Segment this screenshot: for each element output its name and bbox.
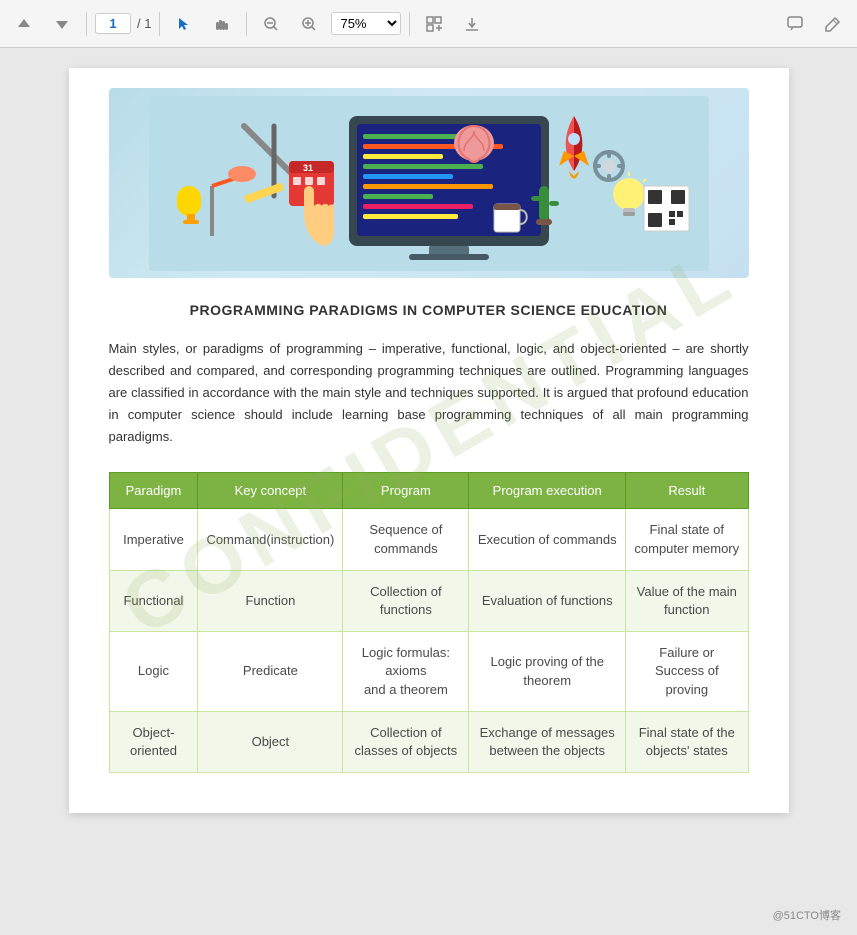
col-header-execution: Program execution [469,473,626,509]
body-text: Main styles, or paradigms of programming… [109,338,749,448]
toolbar-separator-1 [86,12,87,36]
table-row: FunctionalFunctionCollection of function… [109,570,748,631]
page-title: PROGRAMMING PARADIGMS IN COMPUTER SCIENC… [109,302,749,318]
scroll-up-button[interactable] [8,8,40,40]
cell-program: Collection of classes of objects [343,711,469,772]
toolbar: / 1 75% 50% 100% 125% 150% [0,0,857,48]
table-row: ImperativeCommand(instruction)Sequence o… [109,509,748,570]
zoom-select[interactable]: 75% 50% 100% 125% 150% [331,12,401,35]
cell-key-concept: Object [198,711,343,772]
cell-execution: Execution of commands [469,509,626,570]
page-total: / 1 [137,16,151,31]
download-button[interactable] [456,8,488,40]
cell-result: Final state of the objects' states [626,711,748,772]
zoom-out-button[interactable] [255,8,287,40]
cell-execution: Evaluation of functions [469,570,626,631]
col-header-result: Result [626,473,748,509]
page-number-input[interactable] [95,13,131,34]
cell-result: Final state of computer memory [626,509,748,570]
cell-result: Failure or Success of proving [626,632,748,712]
table-header-row: Paradigm Key concept Program Program exe… [109,473,748,509]
cell-result: Value of the main function [626,570,748,631]
toolbar-separator-2 [159,12,160,36]
cell-key-concept: Function [198,570,343,631]
cell-paradigm: Object-oriented [109,711,198,772]
cell-key-concept: Predicate [198,632,343,712]
cell-paradigm: Imperative [109,509,198,570]
toolbar-separator-3 [246,12,247,36]
attribution: @51CTO博客 [773,907,841,923]
paradigm-table: Paradigm Key concept Program Program exe… [109,472,749,773]
col-header-paradigm: Paradigm [109,473,198,509]
table-row: LogicPredicateLogic formulas: axioms and… [109,632,748,712]
header-image: 31 [109,88,749,278]
col-header-program: Program [343,473,469,509]
toolbar-separator-4 [409,12,410,36]
fit-page-button[interactable] [418,8,450,40]
cell-program: Logic formulas: axioms and a theorem [343,632,469,712]
cell-execution: Logic proving of the theorem [469,632,626,712]
cell-paradigm: Logic [109,632,198,712]
table-row: Object-orientedObjectCollection of class… [109,711,748,772]
cell-key-concept: Command(instruction) [198,509,343,570]
comment-button[interactable] [779,8,811,40]
cell-execution: Exchange of messages between the objects [469,711,626,772]
cell-program: Collection of functions [343,570,469,631]
svg-text:31: 31 [303,163,313,173]
hand-tool-button[interactable] [206,8,238,40]
cell-paradigm: Functional [109,570,198,631]
col-header-key-concept: Key concept [198,473,343,509]
zoom-in-button[interactable] [293,8,325,40]
pen-button[interactable] [817,8,849,40]
scroll-down-button[interactable] [46,8,78,40]
cell-program: Sequence of commands [343,509,469,570]
content-area: CONFIDENTIAL [0,48,857,935]
page-container: CONFIDENTIAL [69,68,789,813]
cursor-tool-button[interactable] [168,8,200,40]
